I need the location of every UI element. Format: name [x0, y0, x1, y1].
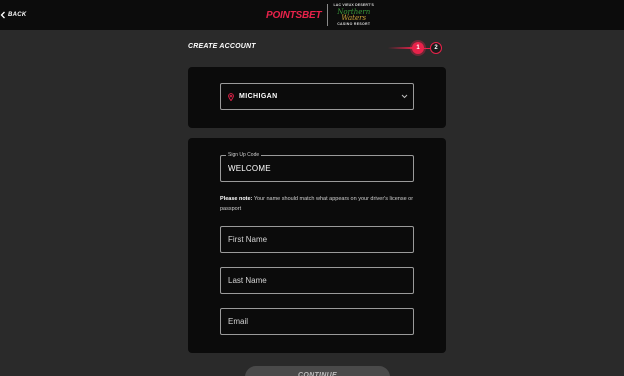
step-progress-line: [388, 47, 414, 49]
brand-logos: POINTSBET LAC VIEUX DESERT'S Northern Wa…: [266, 3, 374, 27]
email-placeholder: Email: [228, 317, 249, 326]
partner-logo-top: LAC VIEUX DESERT'S: [333, 3, 375, 7]
signup-code-value: WELCOME: [228, 164, 271, 173]
state-select[interactable]: MICHIGAN: [220, 83, 414, 110]
email-field[interactable]: Email: [220, 308, 414, 335]
logo-points-text: POINTS: [266, 9, 303, 21]
signup-code-label: Sign Up Code: [226, 152, 262, 158]
back-button[interactable]: BACK: [0, 9, 27, 21]
logo-divider: [327, 4, 329, 26]
step-2-badge: 2: [430, 42, 442, 54]
name-matching-note: Please note: Your name should match what…: [220, 195, 416, 214]
step-indicator: 1 2: [388, 40, 444, 56]
last-name-placeholder: Last Name: [228, 276, 267, 285]
last-name-field[interactable]: Last Name: [220, 267, 414, 294]
signup-code-field[interactable]: Sign Up Code WELCOME: [220, 152, 414, 182]
pointsbet-logo: POINTSBET: [266, 9, 322, 21]
partner-casino-logo: LAC VIEUX DESERT'S Northern Waters CASIN…: [333, 3, 375, 26]
map-pin-icon: [228, 92, 234, 101]
logo-bet-text: BET: [302, 9, 322, 21]
page-title: CREATE ACCOUNT: [188, 43, 256, 50]
partner-logo-bottom: CASINO RESORT: [337, 21, 371, 26]
account-form-card: Sign Up Code WELCOME Please note: Your n…: [188, 138, 446, 353]
first-name-field[interactable]: First Name: [220, 226, 414, 253]
chevron-down-icon: [401, 94, 408, 99]
top-navigation-bar: BACK POINTSBET LAC VIEUX DESERT'S Northe…: [0, 0, 624, 30]
note-bold-label: Please note:: [220, 196, 253, 202]
first-name-placeholder: First Name: [228, 235, 268, 244]
state-card: MICHIGAN: [188, 67, 446, 128]
chevron-left-icon: [0, 11, 5, 19]
partner-logo-name-2: Waters: [341, 13, 367, 22]
continue-button[interactable]: CONTINUE: [245, 366, 390, 376]
step-1-badge: 1: [412, 42, 424, 54]
back-label: BACK: [8, 12, 27, 18]
state-select-value: MICHIGAN: [239, 93, 278, 100]
